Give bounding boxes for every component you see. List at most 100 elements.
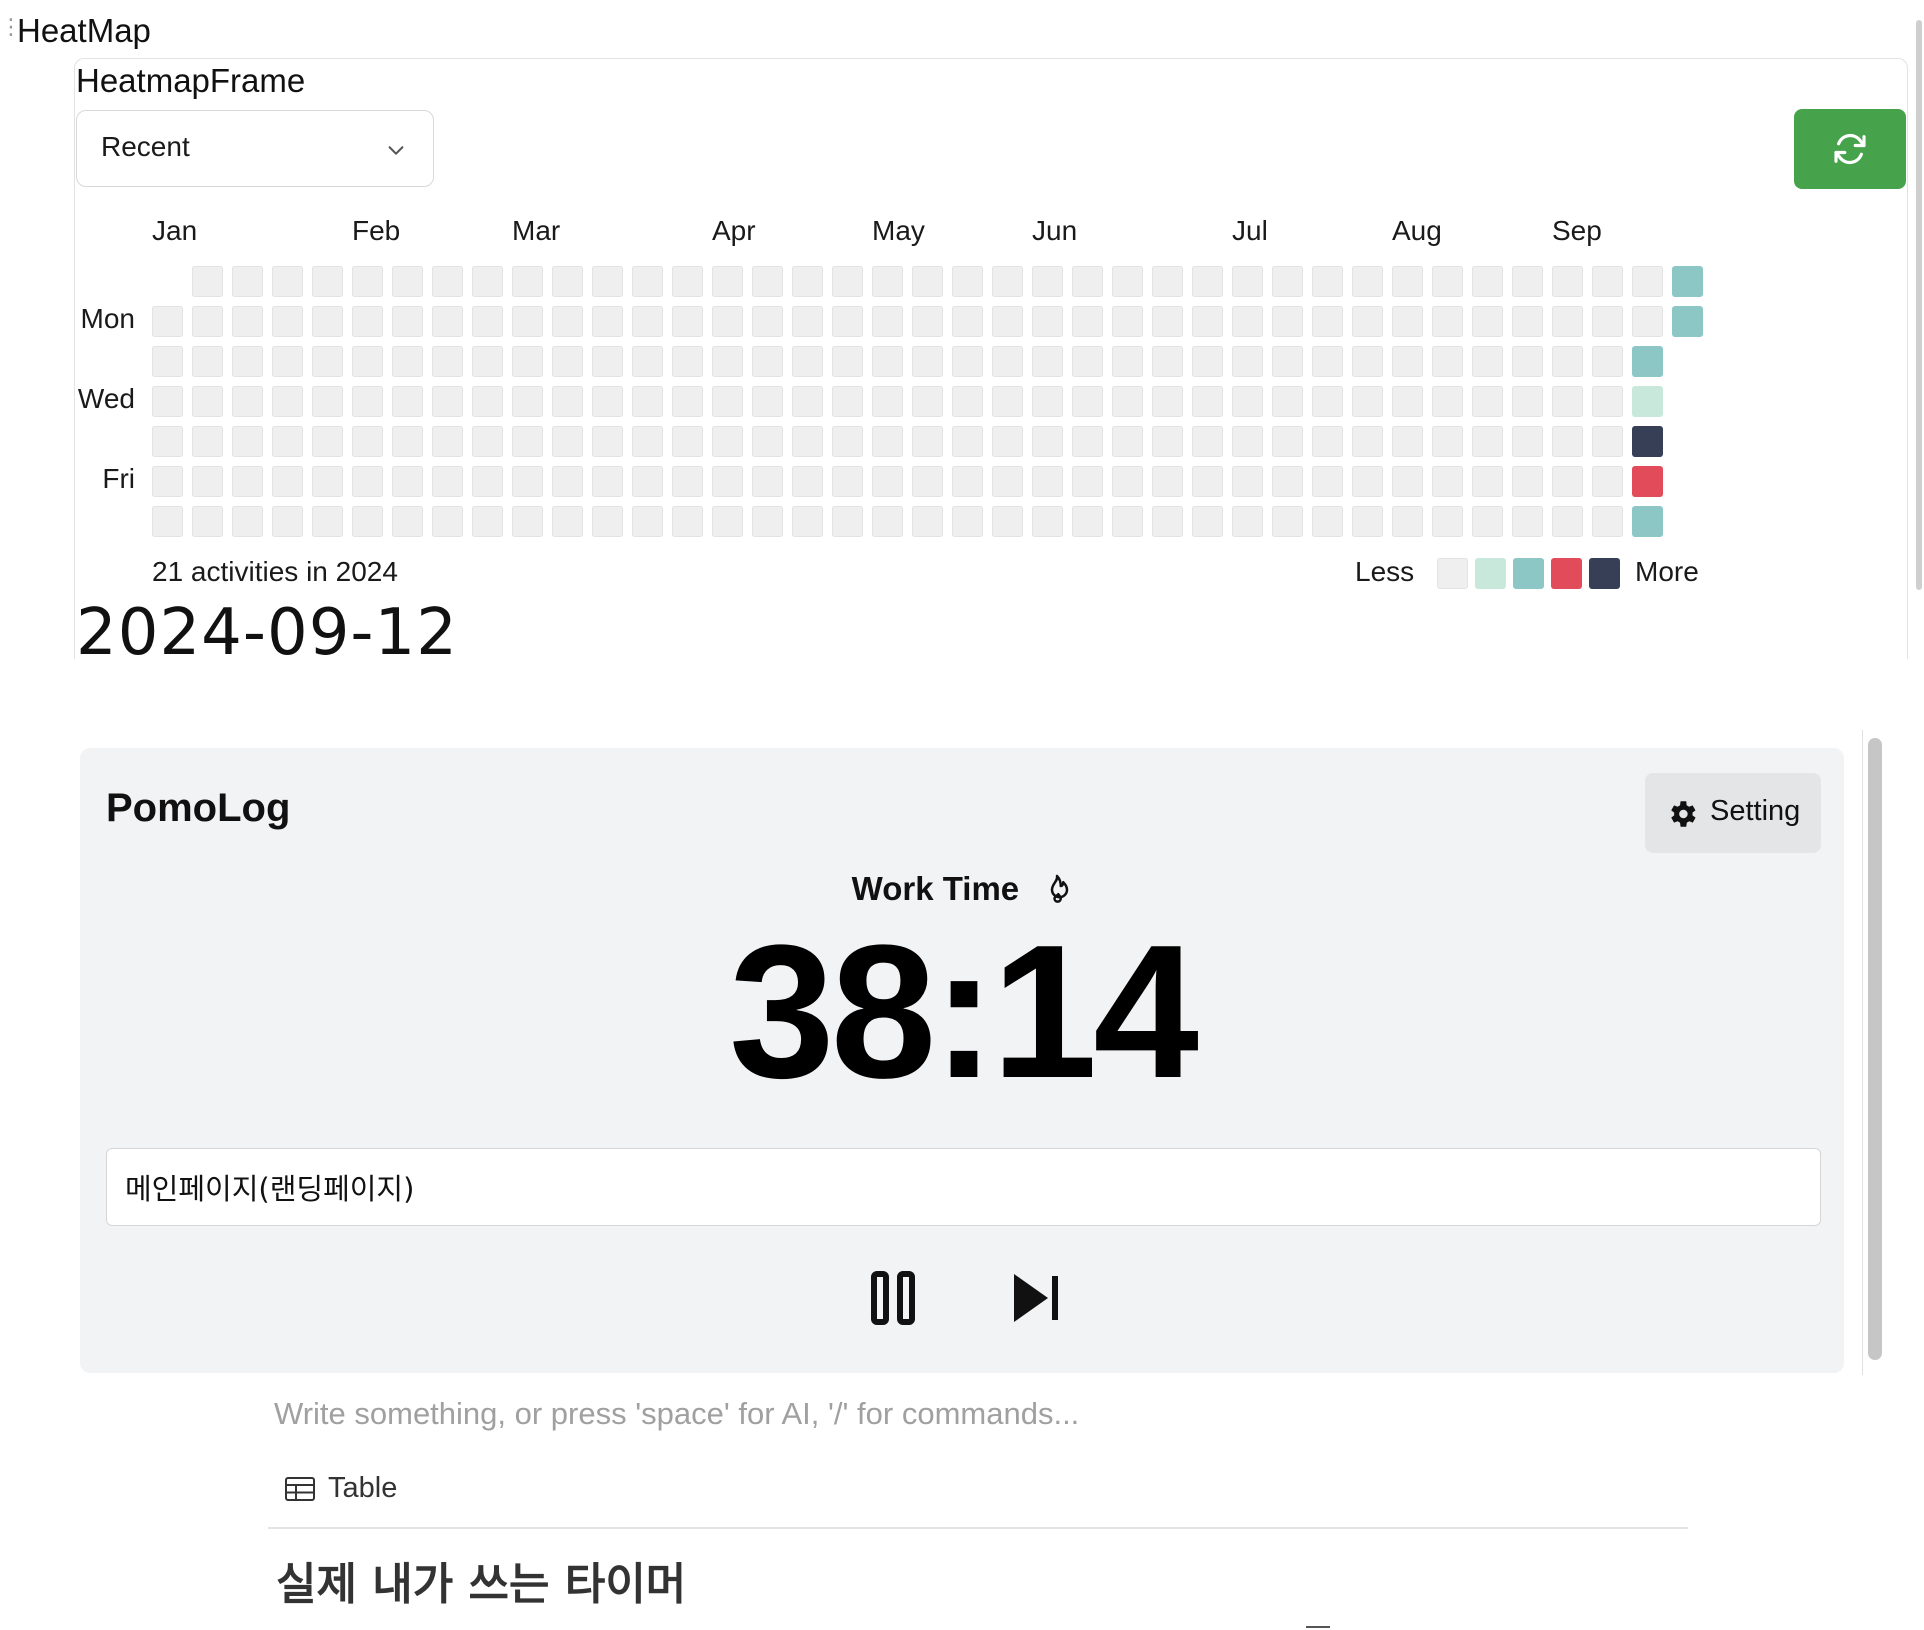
heatmap-cell[interactable] xyxy=(1392,466,1423,497)
heatmap-cell[interactable] xyxy=(872,266,903,297)
heatmap-cell[interactable] xyxy=(592,426,623,457)
heatmap-cell[interactable] xyxy=(1032,466,1063,497)
heatmap-cell[interactable] xyxy=(152,306,183,337)
heatmap-cell[interactable] xyxy=(232,466,263,497)
heatmap-cell[interactable] xyxy=(1112,426,1143,457)
heatmap-cell[interactable] xyxy=(832,466,863,497)
heatmap-cell[interactable] xyxy=(1432,386,1463,417)
heatmap-cell[interactable] xyxy=(1472,466,1503,497)
heatmap-cell[interactable] xyxy=(432,506,463,537)
heatmap-cell[interactable] xyxy=(1312,306,1343,337)
heatmap-cell[interactable] xyxy=(1312,426,1343,457)
heatmap-cell[interactable] xyxy=(712,386,743,417)
heatmap-cell[interactable] xyxy=(432,306,463,337)
heatmap-cell[interactable] xyxy=(872,386,903,417)
heatmap-cell[interactable] xyxy=(1632,466,1663,497)
heatmap-cell[interactable] xyxy=(512,506,543,537)
heatmap-cell[interactable] xyxy=(392,506,423,537)
heatmap-cell[interactable] xyxy=(872,466,903,497)
heatmap-cell[interactable] xyxy=(1392,426,1423,457)
heatmap-cell[interactable] xyxy=(1592,466,1623,497)
heatmap-cell[interactable] xyxy=(912,466,943,497)
heatmap-cell[interactable] xyxy=(1432,426,1463,457)
heatmap-cell[interactable] xyxy=(352,346,383,377)
heatmap-cell[interactable] xyxy=(1272,346,1303,377)
heatmap-cell[interactable] xyxy=(1432,466,1463,497)
heatmap-cell[interactable] xyxy=(1032,386,1063,417)
heatmap-cell[interactable] xyxy=(1112,506,1143,537)
heatmap-cell[interactable] xyxy=(232,306,263,337)
heatmap-cell[interactable] xyxy=(1552,426,1583,457)
heatmap-cell[interactable] xyxy=(672,506,703,537)
heatmap-cell[interactable] xyxy=(472,266,503,297)
heatmap-cell[interactable] xyxy=(752,386,783,417)
heatmap-cell[interactable] xyxy=(312,466,343,497)
heatmap-cell[interactable] xyxy=(1232,306,1263,337)
heatmap-cell[interactable] xyxy=(1592,506,1623,537)
heatmap-cell[interactable] xyxy=(192,386,223,417)
heatmap-cell[interactable] xyxy=(632,306,663,337)
heatmap-cell[interactable] xyxy=(1552,346,1583,377)
heatmap-cell[interactable] xyxy=(1152,386,1183,417)
heatmap-cell[interactable] xyxy=(1312,466,1343,497)
heatmap-cell[interactable] xyxy=(832,266,863,297)
heatmap-cell[interactable] xyxy=(1632,506,1663,537)
heatmap-cell[interactable] xyxy=(352,506,383,537)
heatmap-cell[interactable] xyxy=(1232,346,1263,377)
heatmap-cell[interactable] xyxy=(672,466,703,497)
heatmap-cell[interactable] xyxy=(1192,306,1223,337)
heatmap-cell[interactable] xyxy=(512,266,543,297)
heatmap-cell[interactable] xyxy=(1552,506,1583,537)
heatmap-cell[interactable] xyxy=(632,386,663,417)
heatmap-cell[interactable] xyxy=(952,386,983,417)
heatmap-cell[interactable] xyxy=(1152,266,1183,297)
heatmap-cell[interactable] xyxy=(912,386,943,417)
heatmap-cell[interactable] xyxy=(1432,266,1463,297)
heatmap-cell[interactable] xyxy=(712,506,743,537)
heatmap-cell[interactable] xyxy=(1152,506,1183,537)
heatmap-cell[interactable] xyxy=(1672,266,1703,297)
heatmap-cell[interactable] xyxy=(912,426,943,457)
heatmap-cell[interactable] xyxy=(1272,266,1303,297)
heatmap-cell[interactable] xyxy=(1312,266,1343,297)
heatmap-cell[interactable] xyxy=(592,306,623,337)
heatmap-cell[interactable] xyxy=(752,306,783,337)
heatmap-cell[interactable] xyxy=(632,266,663,297)
heatmap-cell[interactable] xyxy=(1072,466,1103,497)
task-input[interactable] xyxy=(106,1148,1821,1226)
heatmap-cell[interactable] xyxy=(992,306,1023,337)
heatmap-cell[interactable] xyxy=(672,386,703,417)
heatmap-cell[interactable] xyxy=(1352,506,1383,537)
heatmap-cell[interactable] xyxy=(1192,466,1223,497)
heatmap-cell[interactable] xyxy=(1112,306,1143,337)
heatmap-cell[interactable] xyxy=(552,346,583,377)
heatmap-cell[interactable] xyxy=(1032,266,1063,297)
refresh-button[interactable] xyxy=(1794,109,1906,189)
heatmap-cell[interactable] xyxy=(1512,426,1543,457)
heatmap-cell[interactable] xyxy=(392,426,423,457)
heatmap-cell[interactable] xyxy=(632,426,663,457)
heatmap-cell[interactable] xyxy=(312,386,343,417)
heatmap-cell[interactable] xyxy=(1432,306,1463,337)
heatmap-cell[interactable] xyxy=(1072,306,1103,337)
setting-button[interactable]: Setting xyxy=(1645,773,1821,853)
heatmap-cell[interactable] xyxy=(1512,506,1543,537)
heatmap-cell[interactable] xyxy=(1072,426,1103,457)
heatmap-cell[interactable] xyxy=(352,386,383,417)
heatmap-cell[interactable] xyxy=(1512,386,1543,417)
heatmap-cell[interactable] xyxy=(1512,466,1543,497)
heatmap-cell[interactable] xyxy=(592,466,623,497)
heatmap-cell[interactable] xyxy=(232,266,263,297)
heatmap-cell[interactable] xyxy=(552,266,583,297)
range-select[interactable]: Recent xyxy=(76,110,434,187)
heatmap-cell[interactable] xyxy=(1672,306,1703,337)
heatmap-cell[interactable] xyxy=(672,426,703,457)
heatmap-cell[interactable] xyxy=(872,306,903,337)
heatmap-cell[interactable] xyxy=(512,426,543,457)
heatmap-cell[interactable] xyxy=(1432,346,1463,377)
heatmap-cell[interactable] xyxy=(232,506,263,537)
heatmap-cell[interactable] xyxy=(592,506,623,537)
editor-placeholder[interactable]: Write something, or press 'space' for AI… xyxy=(274,1396,1079,1432)
heatmap-cell[interactable] xyxy=(432,266,463,297)
heatmap-cell[interactable] xyxy=(192,266,223,297)
